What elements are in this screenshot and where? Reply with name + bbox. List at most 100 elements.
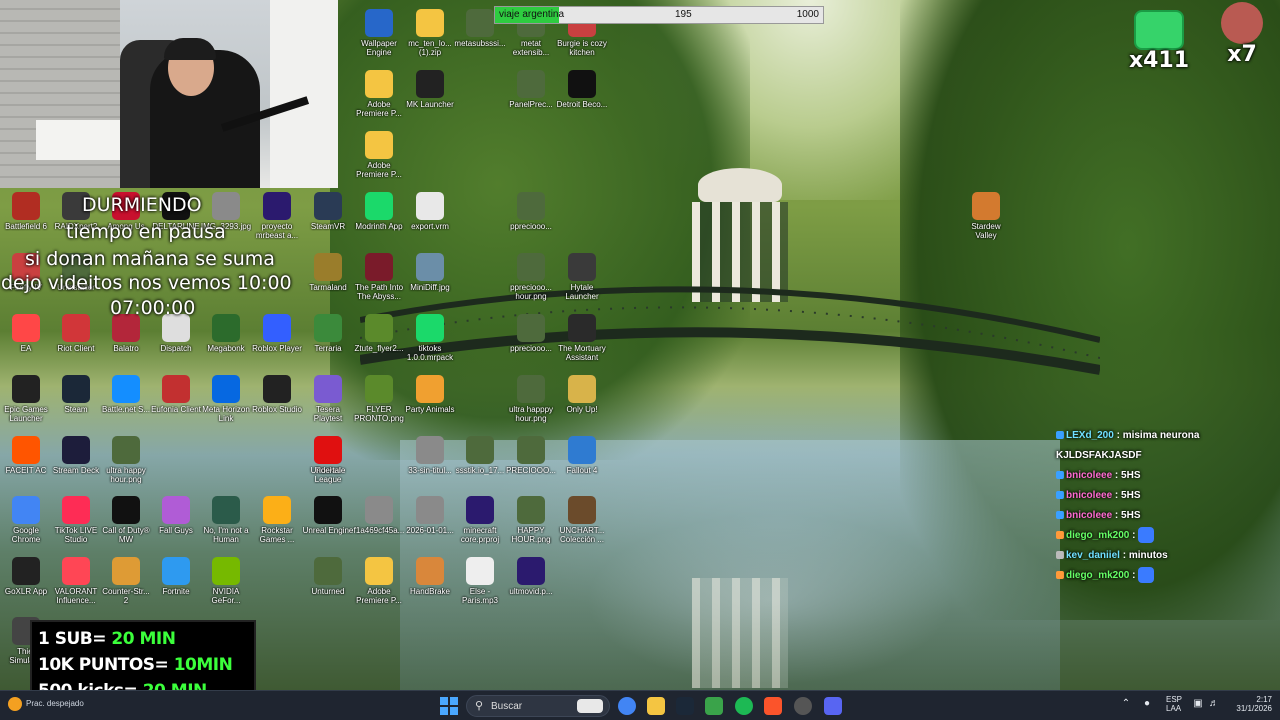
desktop-icon[interactable]: No, I'm not a Human (200, 492, 252, 552)
chrome-icon (12, 496, 40, 524)
epic-icon (12, 375, 40, 403)
desktop-icon[interactable]: Modrinth App (353, 188, 405, 248)
desktop-icon[interactable]: Riot Client (50, 310, 102, 370)
desktop-icon[interactable]: HandBrake (404, 553, 456, 613)
desktop-icon[interactable]: export.vrm (404, 188, 456, 248)
desktop-icon[interactable]: Fall Guys (150, 492, 202, 552)
desktop-icon[interactable]: Detroit Beco... (556, 66, 608, 126)
desktop-icon[interactable]: ppreciooo... hour.png (505, 249, 557, 309)
desktop-icon[interactable]: Adobe Premiere P... (353, 553, 405, 613)
goal-max: 1000 (796, 9, 819, 20)
desktop-icon[interactable]: Google Chrome (0, 492, 52, 552)
desktop-icon[interactable]: Terraria (302, 310, 354, 370)
desktop-icon[interactable]: NVIDIA GeFor... (200, 553, 252, 613)
desktop-icon[interactable]: MK Launcher (404, 66, 456, 126)
steam-taskbar-icon[interactable] (676, 697, 694, 715)
desktop-icon[interactable]: Roblox Studio (251, 371, 303, 431)
desktop-icon-label: Megabonk (207, 344, 245, 353)
desktop-icon[interactable]: Wallpaper Engine (353, 5, 405, 65)
desktop-icon[interactable]: Ztute_flyer2... (353, 310, 405, 370)
desktop-icon[interactable]: Else - Paris.mp3 (454, 553, 506, 613)
volume-icon[interactable]: ♬ (1208, 698, 1220, 710)
clock[interactable]: 2:17 31/1/2026 (1228, 695, 1272, 713)
desktop-icon[interactable]: The Mortuary Assistant (556, 310, 608, 370)
desktop-icon[interactable]: Dispatch (150, 310, 202, 370)
desktop-icon[interactable]: ultmovid.p... (505, 553, 557, 613)
spotify-taskbar-icon[interactable] (735, 697, 753, 715)
chrome-taskbar-icon[interactable] (618, 697, 636, 715)
desktop-icon[interactable]: Eufonia Client (150, 371, 202, 431)
desktop-icon[interactable]: The Path Into The Abyss... (353, 249, 405, 309)
desktop-icon[interactable]: f1a469cf45a... (353, 492, 405, 552)
taskbar-search[interactable]: ⚲ Buscar (466, 695, 610, 717)
xbox-taskbar-icon[interactable] (705, 697, 723, 715)
desktop-icon[interactable]: Fortnite (150, 553, 202, 613)
weather-widget[interactable]: Prac. despejado (8, 697, 84, 711)
desktop-icon[interactable]: VALORANT Influence... (50, 553, 102, 613)
obs-taskbar-icon[interactable] (794, 697, 812, 715)
desktop-icon[interactable]: ppreciooo... (505, 188, 557, 248)
desktop-icon[interactable]: Fallout 4 (556, 432, 608, 492)
desktop-icon[interactable]: EA (0, 310, 52, 370)
desktop-icon[interactable]: Epic Games Launcher (0, 371, 52, 431)
desktop-icon[interactable]: FACEIT AC (0, 432, 52, 492)
desktop-icon[interactable]: GoXLR App (0, 553, 52, 613)
desktop-icon[interactable]: Hytale Launcher (556, 249, 608, 309)
desktop-icon[interactable]: Meta Horizon Link (200, 371, 252, 431)
desktop-icon[interactable]: Roblox Player (251, 310, 303, 370)
desktop-icon[interactable]: Tarmaland (302, 249, 354, 309)
desktop-icon[interactable]: FLYER PRONTO.png (353, 371, 405, 431)
desktop-icon-label: HAPPY HOUR.png (511, 526, 551, 544)
microphone-icon[interactable]: ● (1141, 698, 1153, 710)
desktop-icon[interactable]: Stream Deck (50, 432, 102, 492)
desktop-icon[interactable]: tiktoks 1.0.0.mrpack (404, 310, 456, 370)
gems-count: x411 (1128, 48, 1190, 73)
desktop-icon[interactable]: ssstik.io_17... (454, 432, 506, 492)
file-explorer-icon[interactable] (647, 697, 665, 715)
desktop-icon[interactable]: Unturned (302, 553, 354, 613)
desktop-icon[interactable]: PRECIOOO... (505, 432, 557, 492)
desktop-icon[interactable]: minecraft core.prproj (454, 492, 506, 552)
desktop-icon[interactable]: Only Up! (556, 371, 608, 431)
desktop-icon[interactable]: Call of Duty® MW (100, 492, 152, 552)
desktop-icon[interactable]: ppreciooo... (505, 310, 557, 370)
desktop-icon[interactable]: Balatro (100, 310, 152, 370)
desktop-icon[interactable]: SteamVR (302, 188, 354, 248)
desktop-icon[interactable]: Adobe Premiere P... (353, 127, 405, 187)
desktop-icon[interactable]: Party Animals (404, 371, 456, 431)
display-icon[interactable]: ▣ (1192, 698, 1204, 710)
brave-taskbar-icon[interactable] (764, 697, 782, 715)
desktop-icon[interactable]: proyecto mrbeast a... (251, 188, 303, 248)
desktop-icon[interactable]: TikTok LIVE Studio (50, 492, 102, 552)
desktop-icon[interactable]: Undertale (302, 432, 354, 492)
chat-message: bnicoleee : 5HS (1056, 506, 1280, 526)
desktop-icon[interactable]: Unreal Engine (302, 492, 354, 552)
desktop-icon[interactable]: Rockstar Games ... (251, 492, 303, 552)
language-indicator[interactable]: ESP LAA (1166, 695, 1182, 713)
desktop-icon[interactable]: Counter-Str... 2 (100, 553, 152, 613)
desktop-icon[interactable]: Tesera Playtest (302, 371, 354, 431)
desktop-icon[interactable]: ultra happpy hour.png (505, 371, 557, 431)
desktop-icon[interactable]: HAPPY HOUR.png (505, 492, 557, 552)
desktop-icon[interactable]: MiniDiff.jpg (404, 249, 456, 309)
desktop-icon[interactable]: 2026-01-01... (404, 492, 456, 552)
desktop-icon-label: 33-sin-titul... (408, 466, 452, 475)
desktop-icon-label: 2026-01-01... (406, 526, 454, 535)
desktop-icon[interactable]: 33-sin-titul... (404, 432, 456, 492)
desktop-icon[interactable]: Adobe Premiere P... (353, 66, 405, 126)
desktop-icon[interactable]: PanelPrec... (505, 66, 557, 126)
zip-folder-icon (416, 9, 444, 37)
desktop-icon[interactable]: Stardew Valley (960, 188, 1012, 248)
desktop-icon[interactable]: UNCHART... Colección ... (556, 492, 608, 552)
desktop-icon[interactable]: Battle.net S... (100, 371, 152, 431)
start-button[interactable] (440, 697, 458, 715)
desktop-icon[interactable]: Steam (50, 371, 102, 431)
discord-taskbar-icon[interactable] (824, 697, 842, 715)
desktop-icon[interactable]: ultra happy hour.png (100, 432, 152, 492)
desktop-icon-label: GoXLR App (4, 587, 48, 596)
desktop-icon[interactable]: Battlefield 6 (0, 188, 52, 248)
chevron-up-icon[interactable]: ⌃ (1120, 698, 1132, 710)
desktop-icon[interactable]: mc_ten_lo... (1).zip (404, 5, 456, 65)
desktop-icon[interactable]: Megabonk (200, 310, 252, 370)
desktop-icon-label: Modrinth App (355, 222, 403, 231)
